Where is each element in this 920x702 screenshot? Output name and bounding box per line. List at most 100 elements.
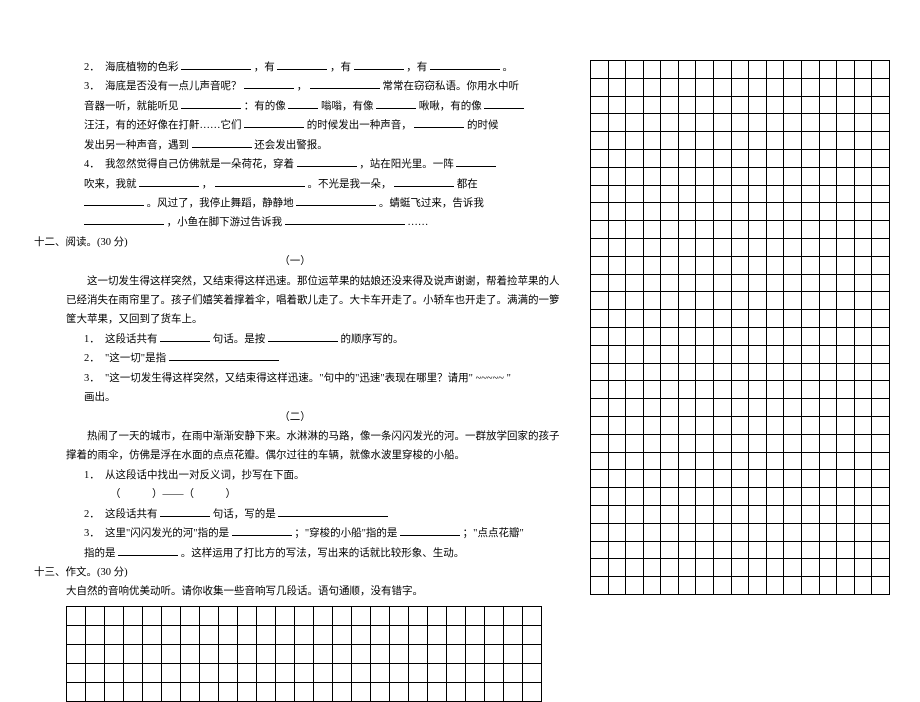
- grid-cell: [837, 167, 855, 185]
- grid-cell: [766, 61, 784, 79]
- grid-cell: [696, 310, 714, 328]
- grid-cell: [591, 292, 609, 310]
- grid-cell: [678, 327, 696, 345]
- grid-cell: [766, 167, 784, 185]
- grid-cell: [181, 663, 200, 682]
- grid-cell: [819, 167, 837, 185]
- grid-cell: [591, 238, 609, 256]
- grid-cell: [643, 167, 661, 185]
- grid-cell: [371, 682, 390, 701]
- grid-cell: [276, 644, 295, 663]
- grid-cell: [504, 606, 523, 625]
- grid-cell: [819, 434, 837, 452]
- grid-cell: [749, 381, 767, 399]
- question-4-line4: ，小鱼在脚下游过告诉我 ……: [30, 213, 560, 232]
- grid-cell: [784, 327, 802, 345]
- grid-cell: [696, 292, 714, 310]
- grid-cell: [608, 203, 626, 221]
- grid-cell: [801, 61, 819, 79]
- grid-cell: [784, 416, 802, 434]
- grid-cell: [766, 114, 784, 132]
- grid-cell: [608, 256, 626, 274]
- grid-cell: [731, 488, 749, 506]
- grid-cell: [731, 345, 749, 363]
- grid-cell: [678, 577, 696, 595]
- grid-cell: [504, 663, 523, 682]
- passage-2-text: 热闹了一天的城市，在雨中渐渐安静下来。水淋淋的马路，像一条闪闪发光的河。一群放学…: [30, 427, 560, 466]
- grid-cell: [801, 523, 819, 541]
- grid-cell: [661, 381, 679, 399]
- grid-cell: [854, 238, 872, 256]
- grid-cell: [872, 363, 890, 381]
- grid-cell: [371, 644, 390, 663]
- blank: [215, 175, 305, 187]
- grid-cell: [643, 221, 661, 239]
- grid-cell: [749, 78, 767, 96]
- grid-cell: [352, 606, 371, 625]
- grid-cell: [608, 399, 626, 417]
- grid-cell: [643, 363, 661, 381]
- grid-cell: [643, 256, 661, 274]
- grid-cell: [696, 61, 714, 79]
- grid-cell: [447, 644, 466, 663]
- grid-cell: [124, 663, 143, 682]
- grid-cell: [872, 185, 890, 203]
- grid-cell: [162, 625, 181, 644]
- grid-cell: [731, 256, 749, 274]
- grid-cell: [801, 149, 819, 167]
- grid-cell: [608, 363, 626, 381]
- grid-cell: [749, 185, 767, 203]
- grid-cell: [696, 559, 714, 577]
- grid-cell: [295, 682, 314, 701]
- grid-cell: [872, 541, 890, 559]
- grid-cell: [749, 114, 767, 132]
- grid-cell: [591, 559, 609, 577]
- grid-cell: [504, 625, 523, 644]
- grid-cell: [784, 559, 802, 577]
- grid-cell: [591, 167, 609, 185]
- grid-cell: [626, 559, 644, 577]
- grid-cell: [523, 625, 542, 644]
- grid-cell: [714, 345, 732, 363]
- grid-cell: [872, 96, 890, 114]
- grid-cell: [678, 488, 696, 506]
- grid-cell: [714, 577, 732, 595]
- grid-cell: [819, 470, 837, 488]
- grid-cell: [749, 345, 767, 363]
- grid-cell: [854, 363, 872, 381]
- grid-cell: [801, 256, 819, 274]
- grid-cell: [643, 488, 661, 506]
- grid-cell: [591, 78, 609, 96]
- grid-cell: [801, 559, 819, 577]
- grid-cell: [661, 399, 679, 417]
- grid-cell: [731, 167, 749, 185]
- grid-cell: [854, 559, 872, 577]
- grid-cell: [872, 577, 890, 595]
- grid-cell: [714, 505, 732, 523]
- s12b-q1: 1． 从这段话中找出一对反义词，抄写在下面。: [30, 466, 560, 485]
- grid-cell: [643, 327, 661, 345]
- grid-cell: [749, 488, 767, 506]
- grid-cell: [238, 644, 257, 663]
- grid-cell: [608, 381, 626, 399]
- grid-cell: [485, 625, 504, 644]
- grid-cell: [678, 238, 696, 256]
- grid-cell: [749, 327, 767, 345]
- blank: [354, 59, 404, 71]
- grid-cell: [591, 345, 609, 363]
- grid-cell: [766, 345, 784, 363]
- grid-cell: [714, 78, 732, 96]
- grid-cell: [162, 663, 181, 682]
- document-page: 2． 海底植物的色彩 ，有 ，有 ，有 。 3． 海底是否没有一点儿声音呢？ ，…: [0, 0, 920, 702]
- grid-cell: [608, 114, 626, 132]
- grid-cell: [428, 682, 447, 701]
- grid-cell: [784, 310, 802, 328]
- grid-cell: [714, 114, 732, 132]
- grid-cell: [314, 663, 333, 682]
- grid-cell: [643, 238, 661, 256]
- grid-cell: [504, 644, 523, 663]
- blank: [456, 156, 496, 168]
- grid-cell: [749, 256, 767, 274]
- grid-cell: [238, 682, 257, 701]
- grid-cell: [766, 274, 784, 292]
